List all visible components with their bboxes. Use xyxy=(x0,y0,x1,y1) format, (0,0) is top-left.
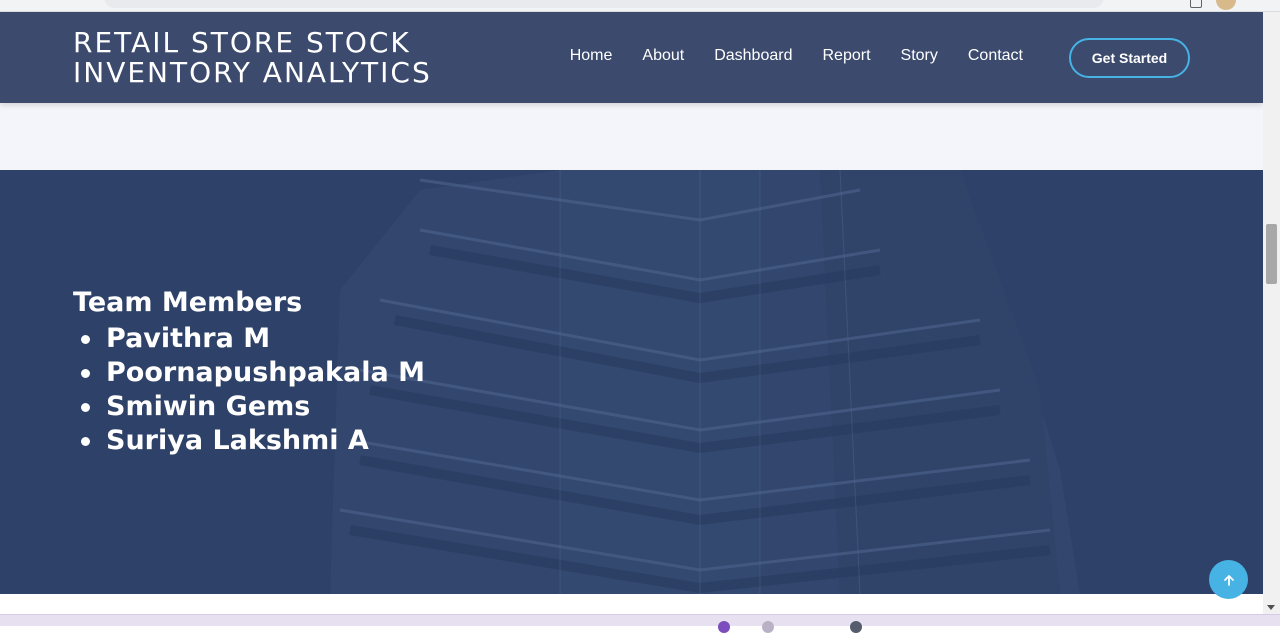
site-logo[interactable]: RETAIL STORE STOCK INVENTORY ANALYTICS xyxy=(73,28,432,88)
list-item: Pavithra M xyxy=(73,322,425,356)
list-item: Suriya Lakshmi A xyxy=(73,424,425,458)
team-member-name: Poornapushpakala M xyxy=(106,357,425,388)
profile-avatar[interactable] xyxy=(1216,0,1236,10)
logo-line-2: INVENTORY ANALYTICS xyxy=(73,56,432,89)
window-icon[interactable] xyxy=(1190,0,1202,8)
bullet-icon xyxy=(81,335,90,344)
nav-story[interactable]: Story xyxy=(886,47,953,65)
taskbar-app-icon[interactable] xyxy=(850,621,862,633)
os-taskbar xyxy=(0,614,1280,633)
section-spacer xyxy=(0,103,1263,170)
site-header: RETAIL STORE STOCK INVENTORY ANALYTICS H… xyxy=(0,12,1263,103)
list-item: Smiwin Gems xyxy=(73,390,425,424)
scrollbar-thumb[interactable] xyxy=(1266,224,1277,284)
list-item: Poornapushpakala M xyxy=(73,356,425,390)
page-scrollbar[interactable] xyxy=(1263,12,1280,614)
nav-contact[interactable]: Contact xyxy=(953,47,1038,65)
taskbar-app-icon[interactable] xyxy=(718,621,730,633)
taskbar-app-icon[interactable] xyxy=(762,621,774,633)
bullet-icon xyxy=(81,369,90,378)
team-section: Team Members Pavithra M Poornapushpakala… xyxy=(0,170,1263,594)
get-started-button[interactable]: Get Started xyxy=(1069,38,1190,78)
team-content: Team Members Pavithra M Poornapushpakala… xyxy=(73,286,425,458)
browser-chrome xyxy=(0,0,1280,12)
nav-about[interactable]: About xyxy=(627,47,699,65)
next-section-edge xyxy=(0,594,1263,614)
team-member-name: Pavithra M xyxy=(106,323,271,354)
address-bar[interactable] xyxy=(104,0,1104,8)
arrow-up-icon xyxy=(1223,574,1234,586)
back-to-top-button[interactable] xyxy=(1209,560,1248,599)
nav-home[interactable]: Home xyxy=(555,47,628,65)
team-title: Team Members xyxy=(73,287,303,318)
nav-dashboard[interactable]: Dashboard xyxy=(699,47,807,65)
bullet-icon xyxy=(81,403,90,412)
scroll-down-arrow-icon[interactable] xyxy=(1267,605,1275,610)
team-member-list: Pavithra M Poornapushpakala M Smiwin Gem… xyxy=(73,322,425,458)
logo-line-1: RETAIL STORE STOCK xyxy=(73,26,411,59)
page-viewport: RETAIL STORE STOCK INVENTORY ANALYTICS H… xyxy=(0,12,1263,594)
team-member-name: Suriya Lakshmi A xyxy=(106,425,369,456)
nav-report[interactable]: Report xyxy=(807,47,885,65)
team-member-name: Smiwin Gems xyxy=(106,391,311,422)
bullet-icon xyxy=(81,437,90,446)
main-nav: Home About Dashboard Report Story Contac… xyxy=(555,47,1038,65)
